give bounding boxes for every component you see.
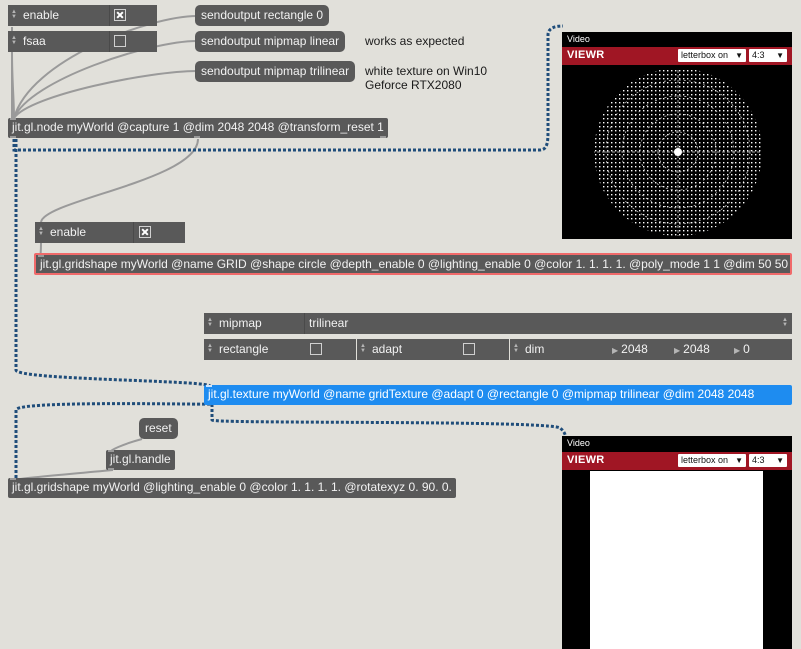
- jit-gl-node-object[interactable]: jit.gl.node myWorld @capture 1 @dim 2048…: [8, 118, 388, 138]
- dim-y-number[interactable]: ▶ 2048: [674, 339, 710, 360]
- dim-x-value: 2048: [621, 342, 648, 356]
- chevron-down-icon: ▼: [776, 51, 784, 60]
- updown-arrow-icon: ▲ ▼: [513, 343, 519, 354]
- grid-enable-toggle[interactable]: [139, 226, 151, 238]
- sendoutput-mipmap-linear-message[interactable]: sendoutput mipmap linear: [195, 31, 346, 52]
- dim-label: dim: [525, 342, 545, 356]
- triangle-right-icon: ▶: [612, 346, 619, 355]
- viewer-toolbar: VIEWR letterbox on ▼ 4:3 ▼: [562, 47, 792, 65]
- letterbox-value: letterbox on: [681, 455, 729, 465]
- fsaa-toggle-row: ▲ ▼ fsaa: [8, 31, 157, 52]
- reset-message[interactable]: reset: [139, 418, 178, 439]
- jit-gl-handle-text: jit.gl.handle: [110, 452, 171, 466]
- jit-gl-node-text: jit.gl.node myWorld @capture 1 @dim 2048…: [12, 120, 384, 134]
- updown-arrow-icon: ▲ ▼: [11, 9, 17, 20]
- enable-toggle[interactable]: [114, 9, 126, 21]
- jit-gl-gridshape-grid-object[interactable]: jit.gl.gridshape myWorld @name GRID @sha…: [34, 253, 792, 275]
- sendoutput-mipmap-trilinear-message[interactable]: sendoutput mipmap trilinear: [195, 61, 356, 82]
- works-as-expected-comment: works as expected: [365, 34, 465, 48]
- jit-gl-gridshape-object[interactable]: jit.gl.gridshape myWorld @lighting_enabl…: [8, 478, 456, 498]
- chevron-down-icon: ▼: [776, 456, 784, 465]
- updown-arrow-icon: ▲ ▼: [782, 317, 788, 328]
- updown-arrow-icon: ▲ ▼: [11, 35, 17, 46]
- video-window-title: Video: [567, 438, 590, 448]
- fsaa-label: fsaa: [23, 34, 46, 48]
- viewer-toolbar: VIEWR letterbox on ▼ 4:3 ▼: [562, 452, 792, 470]
- white-texture-comment: white texture on Win10: [365, 64, 488, 78]
- jit-gl-handle-object[interactable]: jit.gl.handle: [106, 450, 175, 470]
- updown-arrow-icon: ▲ ▼: [207, 343, 213, 354]
- enable-label: enable: [23, 8, 60, 22]
- adapt-toggle[interactable]: [463, 343, 475, 355]
- chevron-down-icon: ▼: [735, 51, 743, 60]
- white-texture-render: [590, 471, 763, 649]
- rectangle-attrui[interactable]: ▲ ▼ rectangle: [204, 339, 356, 360]
- aspect-select[interactable]: 4:3 ▼: [749, 454, 787, 467]
- updown-arrow-icon: ▲ ▼: [207, 317, 213, 328]
- triangle-right-icon: ▶: [734, 346, 741, 355]
- jit-gl-gridshape-text: jit.gl.gridshape myWorld @lighting_enabl…: [12, 480, 452, 494]
- dim-attrui[interactable]: ▲ ▼ dim ▶ 2048 ▶ 2048 ▶ 0: [510, 339, 792, 360]
- dim-z-value: 0: [743, 342, 750, 356]
- aspect-value: 4:3: [752, 455, 765, 465]
- triangle-right-icon: ▶: [674, 346, 681, 355]
- viewer-brand: VIEWR: [567, 49, 605, 61]
- rectangle-label: rectangle: [219, 342, 269, 356]
- jit-gl-texture-object[interactable]: jit.gl.texture myWorld @name gridTexture…: [204, 385, 792, 405]
- sendoutput-rectangle-message[interactable]: sendoutput rectangle 0: [195, 5, 330, 26]
- updown-arrow-icon: ▲ ▼: [38, 226, 44, 237]
- grid-enable-toggle-row: ▲ ▼ enable: [35, 222, 185, 243]
- mipmap-attrui[interactable]: ▲ ▼ mipmap trilinear ▲ ▼: [204, 313, 792, 334]
- dim-y-value: 2048: [683, 342, 710, 356]
- dim-z-number[interactable]: ▶ 0: [734, 339, 750, 360]
- letterbox-select[interactable]: letterbox on ▼: [678, 454, 746, 467]
- adapt-label: adapt: [372, 342, 403, 356]
- mipmap-label: mipmap: [219, 316, 262, 330]
- mipmap-value: trilinear: [309, 316, 349, 330]
- chevron-down-icon: ▼: [735, 456, 743, 465]
- jit-gl-texture-text: jit.gl.texture myWorld @name gridTexture…: [208, 387, 755, 401]
- aspect-select[interactable]: 4:3 ▼: [749, 49, 787, 62]
- video-window-1: Video VIEWR letterbox on ▼ 4:3 ▼: [562, 32, 792, 239]
- circle-grid-render: [594, 68, 762, 236]
- viewer-brand: VIEWR: [567, 454, 605, 466]
- dim-x-number[interactable]: ▶ 2048: [612, 339, 648, 360]
- enable-toggle-row: ▲ ▼ enable: [8, 5, 157, 26]
- grid-enable-label: enable: [50, 225, 87, 239]
- gridshape-grid-text: jit.gl.gridshape myWorld @name GRID @sha…: [40, 257, 789, 271]
- fsaa-toggle[interactable]: [114, 35, 126, 47]
- gpu-comment: Geforce RTX2080: [365, 78, 462, 92]
- letterbox-select[interactable]: letterbox on ▼: [678, 49, 746, 62]
- video-window-2: Video VIEWR letterbox on ▼ 4:3 ▼: [562, 436, 792, 649]
- aspect-value: 4:3: [752, 50, 765, 60]
- rectangle-toggle[interactable]: [310, 343, 322, 355]
- letterbox-value: letterbox on: [681, 50, 729, 60]
- adapt-attrui[interactable]: ▲ ▼ adapt: [357, 339, 509, 360]
- video-window-title: Video: [567, 34, 590, 44]
- updown-arrow-icon: ▲ ▼: [360, 343, 366, 354]
